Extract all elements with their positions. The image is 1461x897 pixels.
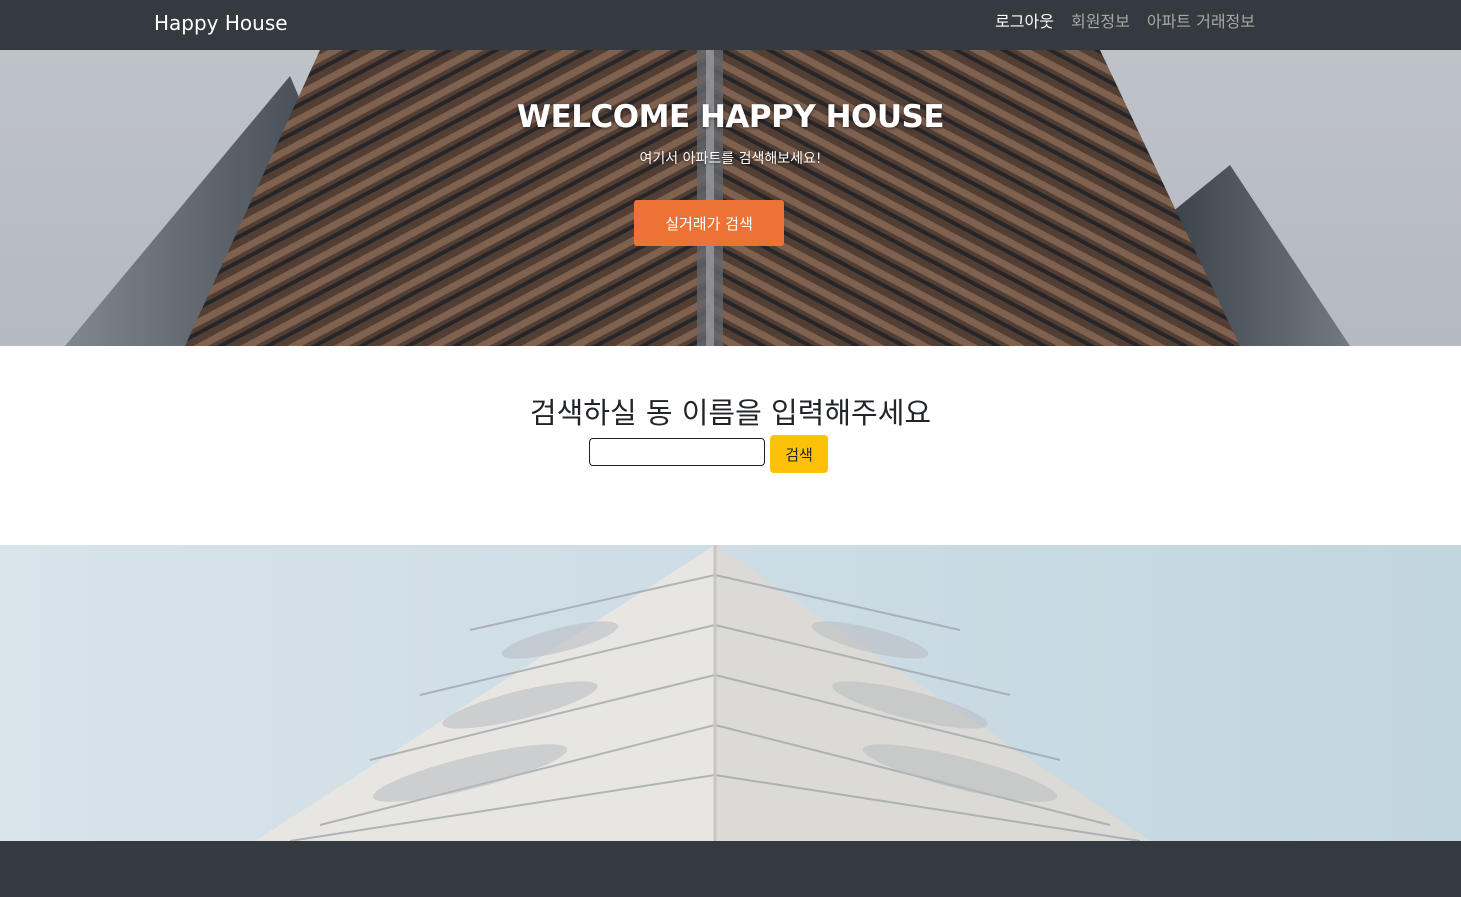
hero-section: WELCOME HAPPY HOUSE 여기서 아파트를 검색해보세요! 실거래… [0, 50, 1461, 346]
dong-search-button[interactable]: 검색 [770, 435, 828, 473]
nav-link-member-info[interactable]: 회원정보 [1071, 11, 1130, 33]
nav-link-logout[interactable]: 로그아웃 [995, 11, 1054, 33]
white-building-image [0, 545, 1461, 841]
hero-background-building-image [0, 50, 1461, 346]
search-heading: 검색하실 동 이름을 입력해주세요 [529, 396, 932, 430]
nav-links: 로그아웃 회원정보 아파트 거래정보 [995, 11, 1255, 33]
nav-link-apartment-deals[interactable]: 아파트 거래정보 [1147, 11, 1255, 33]
hero-title: WELCOME HAPPY HOUSE [516, 99, 945, 135]
hero-subtitle: 여기서 아파트를 검색해보세요! [639, 151, 822, 167]
dong-search-input[interactable] [589, 438, 765, 466]
navbar: Happy House 로그아웃 회원정보 아파트 거래정보 [0, 0, 1461, 50]
footer [0, 841, 1461, 897]
brand-logo-link[interactable]: Happy House [154, 10, 288, 36]
dong-search-section: 검색하실 동 이름을 입력해주세요 검색 [0, 346, 1461, 545]
transaction-price-search-button[interactable]: 실거래가 검색 [634, 200, 784, 246]
building-image-section [0, 545, 1461, 841]
